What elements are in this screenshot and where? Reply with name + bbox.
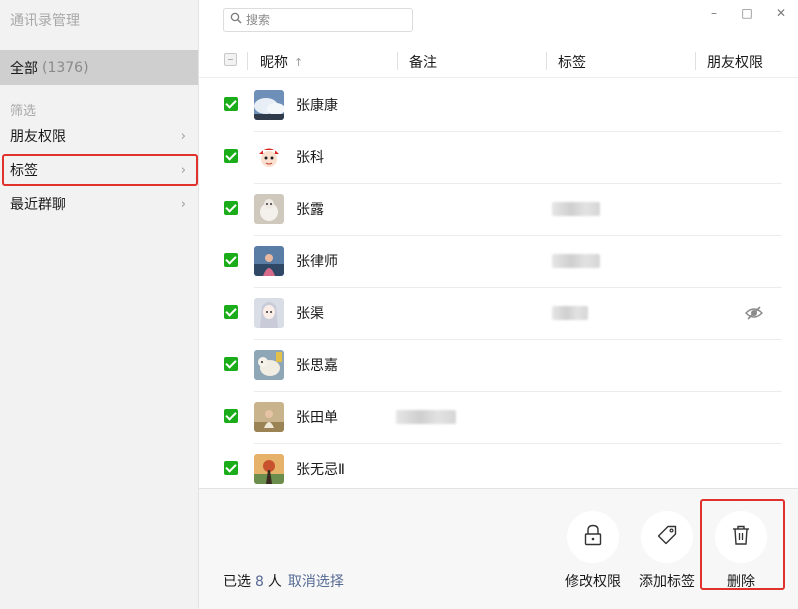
hidden-eye-icon xyxy=(744,303,764,323)
row-checkbox[interactable] xyxy=(224,149,238,163)
contact-row[interactable]: 张田单 xyxy=(199,392,798,444)
sidebar-item-all[interactable]: 全部 (1376) xyxy=(0,50,198,85)
contact-row[interactable]: 张科 xyxy=(199,132,798,184)
avatar xyxy=(254,350,284,380)
contact-row[interactable]: 张渠 xyxy=(199,288,798,340)
column-label: 昵称 xyxy=(260,55,288,71)
chevron-right-icon: › xyxy=(180,162,186,178)
avatar xyxy=(254,90,284,120)
app-title: 通讯录管理 xyxy=(10,13,80,29)
row-checkbox[interactable] xyxy=(224,461,238,475)
contact-name: 张律师 xyxy=(296,254,338,270)
column-nickname-header[interactable]: 昵称 ↑ xyxy=(260,46,303,78)
contact-name: 张田单 xyxy=(296,410,338,426)
column-tags-header[interactable]: 标签 xyxy=(558,46,586,78)
contact-name: 张露 xyxy=(296,202,324,218)
avatar xyxy=(254,454,284,484)
blurred-tag xyxy=(552,254,600,268)
row-checkbox[interactable] xyxy=(224,357,238,371)
add-tag-button[interactable]: 添加标签 xyxy=(632,511,702,591)
add-tag-label: 添加标签 xyxy=(639,574,695,590)
contact-row[interactable]: 张康康 xyxy=(199,80,798,132)
contact-name: 张渠 xyxy=(296,306,324,322)
contact-name: 张思嘉 xyxy=(296,358,338,374)
sidebar-item-friend-permission[interactable]: 朋友权限 › xyxy=(0,120,198,152)
tag-icon xyxy=(656,524,678,550)
contact-name: 张科 xyxy=(296,150,324,166)
avatar xyxy=(254,142,284,172)
avatar xyxy=(254,246,284,276)
filter-heading: 筛选 xyxy=(10,104,37,119)
table-header: 昵称 ↑ 备注 标签 朋友权限 xyxy=(199,46,798,78)
selected-prefix: 已选 xyxy=(223,574,251,590)
chevron-right-icon: › xyxy=(180,196,186,212)
modify-permission-button[interactable]: 修改权限 xyxy=(558,511,628,591)
sidebar: 通讯录管理 全部 (1376) 筛选 朋友权限 › 标签 › 最近群聊 › xyxy=(0,0,199,609)
sidebar-item-label: 最近群聊 xyxy=(10,197,66,213)
column-divider xyxy=(397,52,398,70)
column-divider xyxy=(546,52,547,70)
contact-row[interactable]: 张思嘉 xyxy=(199,340,798,392)
close-button[interactable]: ✕ xyxy=(771,4,791,22)
column-divider xyxy=(247,52,248,70)
sidebar-item-recent-groups[interactable]: 最近群聊 › xyxy=(0,188,198,220)
blurred-remark xyxy=(396,410,456,424)
contact-row[interactable]: 张律师 xyxy=(199,236,798,288)
search-box[interactable] xyxy=(223,8,413,32)
avatar xyxy=(254,402,284,432)
row-checkbox[interactable] xyxy=(224,409,238,423)
avatar xyxy=(254,194,284,224)
selected-unit: 人 xyxy=(267,574,282,590)
sidebar-item-tags[interactable]: 标签 › xyxy=(2,154,198,186)
contact-name: 张无忌Ⅱ xyxy=(296,462,345,478)
select-all-checkbox[interactable] xyxy=(224,53,237,66)
row-checkbox[interactable] xyxy=(224,201,238,215)
cancel-selection-link[interactable]: 取消选择 xyxy=(288,574,344,590)
chevron-right-icon: › xyxy=(180,128,186,144)
column-friend-permission-header[interactable]: 朋友权限 xyxy=(707,46,763,78)
contact-name: 张康康 xyxy=(296,98,338,114)
lock-icon xyxy=(583,524,603,550)
sidebar-item-label: 朋友权限 xyxy=(10,129,66,145)
selected-count: 8 xyxy=(255,574,264,590)
blurred-tag xyxy=(552,306,588,320)
maximize-button[interactable]: □ xyxy=(737,4,757,22)
column-remark-header[interactable]: 备注 xyxy=(409,46,437,78)
row-checkbox[interactable] xyxy=(224,97,238,111)
search-icon xyxy=(230,12,242,28)
search-input[interactable] xyxy=(246,13,396,27)
blurred-tag xyxy=(552,202,600,216)
modify-permission-label: 修改权限 xyxy=(565,574,621,590)
selection-summary: 已选 8 人取消选择 xyxy=(223,571,344,591)
delete-highlight-box xyxy=(700,499,785,590)
modify-permission-circle[interactable] xyxy=(567,511,619,563)
row-checkbox[interactable] xyxy=(224,253,238,267)
sort-ascending-icon: ↑ xyxy=(294,55,304,69)
sidebar-all-count: (1376) xyxy=(42,59,89,76)
column-divider xyxy=(695,52,696,70)
sidebar-all-label: 全部 xyxy=(10,60,38,77)
avatar xyxy=(254,298,284,328)
sidebar-item-label: 标签 xyxy=(10,163,38,179)
row-checkbox[interactable] xyxy=(224,305,238,319)
contact-row[interactable]: 张露 xyxy=(199,184,798,236)
add-tag-circle[interactable] xyxy=(641,511,693,563)
minimize-button[interactable]: – xyxy=(704,4,724,22)
